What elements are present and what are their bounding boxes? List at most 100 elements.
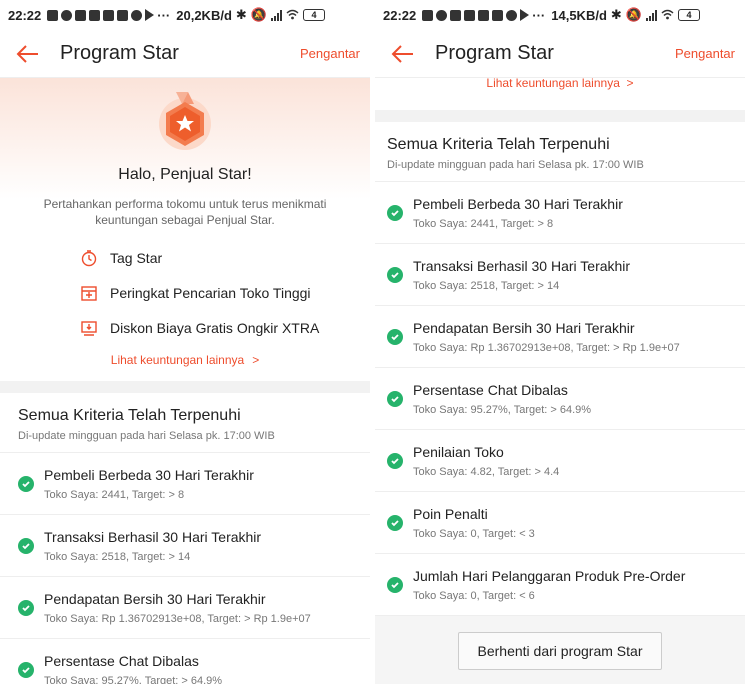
criteria-item-title: Transaksi Berhasil 30 Hari Terakhir (44, 528, 262, 545)
network-speed: 20,2KB/d (176, 7, 232, 23)
criteria-item-detail: Toko Saya: 95.27%, Target: > 64.9% (413, 403, 592, 416)
check-circle-icon (18, 537, 34, 554)
bag-icon (117, 9, 129, 21)
left-screen: 22:22 ··· 20,2KB/d ✱ 🔕 4 Program Star Pe… (0, 0, 370, 684)
criteria-item-title: Persentase Chat Dibalas (413, 381, 568, 398)
footer-bar: Berhenti dari program Star (375, 616, 745, 684)
criteria-title: Semua Kriteria Telah Terpenuhi (387, 136, 610, 153)
battery-icon: 4 (677, 9, 700, 21)
app-bar: Program Star Pengantar (375, 30, 745, 78)
back-arrow-icon[interactable] (389, 40, 417, 68)
shipping-discount-icon (80, 319, 98, 337)
hero-description: Pertahankan performa tokomu untuk terus … (43, 197, 327, 227)
mute-icon: 🔕 (625, 7, 642, 22)
criteria-item: Pendapatan Bersih 30 Hari Terakhir Toko … (375, 306, 745, 368)
criteria-item-title: Penilaian Toko (413, 443, 504, 460)
store-search-icon (80, 284, 98, 302)
criteria-item-detail: Toko Saya: 2441, Target: > 8 (44, 488, 185, 501)
signal-icon (270, 9, 282, 21)
criteria-item-title: Persentase Chat Dibalas (44, 652, 199, 669)
criteria-item-title: Pendapatan Bersih 30 Hari Terakhir (413, 319, 635, 336)
check-circle-icon (387, 514, 403, 531)
back-arrow-icon[interactable] (14, 40, 42, 68)
benefit-item: Tag Star (0, 240, 370, 275)
signal-icon (645, 9, 657, 21)
check-circle-icon (18, 475, 34, 492)
more-benefits-link[interactable]: Lihat keuntungan lainnya > (0, 345, 370, 381)
stopwatch-icon (80, 249, 98, 267)
more-notifications-icon: ··· (157, 7, 171, 23)
criteria-item-detail: Toko Saya: 2441, Target: > 8 (413, 217, 554, 230)
criteria-item: Pembeli Berbeda 30 Hari Terakhir Toko Sa… (375, 182, 745, 244)
bluetooth-icon: ✱ (235, 7, 247, 22)
app-icon (436, 9, 448, 21)
bag-icon (103, 9, 115, 21)
more-benefits-link[interactable]: Lihat keuntungan lainnya > (375, 78, 745, 96)
wifi-icon (661, 8, 674, 23)
check-circle-icon (387, 390, 403, 407)
page-title: Program Star (60, 42, 179, 64)
benefit-label: Tag Star (110, 249, 163, 266)
status-time: 22:22 (8, 7, 42, 23)
section-divider (375, 110, 745, 122)
criteria-item: Transaksi Berhasil 30 Hari Terakhir Toko… (375, 244, 745, 306)
section-divider (0, 381, 370, 393)
status-time: 22:22 (383, 7, 417, 23)
benefit-label: Diskon Biaya Gratis Ongkir XTRA (110, 319, 320, 336)
criteria-item: Poin Penalti Toko Saya: 0, Target: < 3 (375, 492, 745, 554)
bag-icon (89, 9, 101, 21)
criteria-item-title: Pembeli Berbeda 30 Hari Terakhir (413, 195, 623, 212)
check-circle-icon (18, 661, 34, 678)
criteria-item-detail: Toko Saya: Rp 1.36702913e+08, Target: > … (413, 341, 680, 354)
star-hero-section: Halo, Penjual Star! Pertahankan performa… (0, 78, 370, 381)
check-circle-icon (387, 452, 403, 469)
intro-link[interactable]: Pengantar (300, 46, 360, 61)
bag-icon (464, 9, 476, 21)
criteria-item: Persentase Chat Dibalas Toko Saya: 95.27… (375, 368, 745, 430)
status-bar: 22:22 ··· 20,2KB/d ✱ 🔕 4 (0, 0, 370, 30)
leave-star-program-button[interactable]: Berhenti dari program Star (458, 632, 662, 670)
criteria-header: Semua Kriteria Telah Terpenuhi Di-update… (375, 122, 745, 182)
bag-icon (478, 9, 490, 21)
more-notifications-icon: ··· (532, 7, 546, 23)
criteria-item-title: Jumlah Hari Pelanggaran Produk Pre-Order (413, 567, 686, 584)
page-title: Program Star (435, 42, 554, 64)
criteria-item: Penilaian Toko Toko Saya: 4.82, Target: … (375, 430, 745, 492)
criteria-item-detail: Toko Saya: Rp 1.36702913e+08, Target: > … (44, 612, 311, 625)
chevron-right-icon: > (252, 353, 260, 367)
notification-icons: ··· (47, 8, 170, 23)
play-icon (145, 9, 155, 21)
criteria-item: Pembeli Berbeda 30 Hari Terakhir Toko Sa… (0, 453, 370, 515)
sync-icon (131, 9, 143, 21)
criteria-item-detail: Toko Saya: 95.27%, Target: > 64.9% (44, 674, 223, 684)
criteria-item: Transaksi Berhasil 30 Hari Terakhir Toko… (0, 515, 370, 577)
benefit-item: Peringkat Pencarian Toko Tinggi (0, 275, 370, 310)
battery-icon: 4 (302, 9, 325, 21)
check-circle-icon (18, 599, 34, 616)
criteria-subtitle: Di-update mingguan pada hari Selasa pk. … (18, 430, 275, 442)
app-bar: Program Star Pengantar (0, 30, 370, 78)
criteria-item: Jumlah Hari Pelanggaran Produk Pre-Order… (375, 554, 745, 616)
bag-icon (75, 9, 87, 21)
criteria-subtitle: Di-update mingguan pada hari Selasa pk. … (387, 159, 644, 171)
criteria-item: Pendapatan Bersih 30 Hari Terakhir Toko … (0, 577, 370, 639)
play-icon (520, 9, 530, 21)
intro-link[interactable]: Pengantar (675, 46, 735, 61)
criteria-title: Semua Kriteria Telah Terpenuhi (18, 407, 241, 424)
check-circle-icon (387, 576, 403, 593)
criteria-item-title: Pembeli Berbeda 30 Hari Terakhir (44, 466, 254, 483)
criteria-item-title: Poin Penalti (413, 505, 488, 522)
right-screen: 22:22 ··· 14,5KB/d ✱ 🔕 4 Program Star Pe… (375, 0, 745, 684)
app-icon (61, 9, 73, 21)
more-benefits-label: Lihat keuntungan lainnya (486, 78, 620, 90)
criteria-item-title: Transaksi Berhasil 30 Hari Terakhir (413, 257, 631, 274)
check-circle-icon (387, 204, 403, 221)
bluetooth-icon: ✱ (610, 7, 622, 22)
criteria-item-detail: Toko Saya: 4.82, Target: > 4.4 (413, 465, 560, 478)
benefit-label: Peringkat Pencarian Toko Tinggi (110, 284, 311, 301)
bag-icon (450, 9, 462, 21)
star-medal-icon (150, 88, 220, 158)
criteria-header: Semua Kriteria Telah Terpenuhi Di-update… (0, 393, 370, 453)
criteria-item-detail: Toko Saya: 2518, Target: > 14 (413, 279, 560, 292)
network-speed: 14,5KB/d (551, 7, 607, 23)
